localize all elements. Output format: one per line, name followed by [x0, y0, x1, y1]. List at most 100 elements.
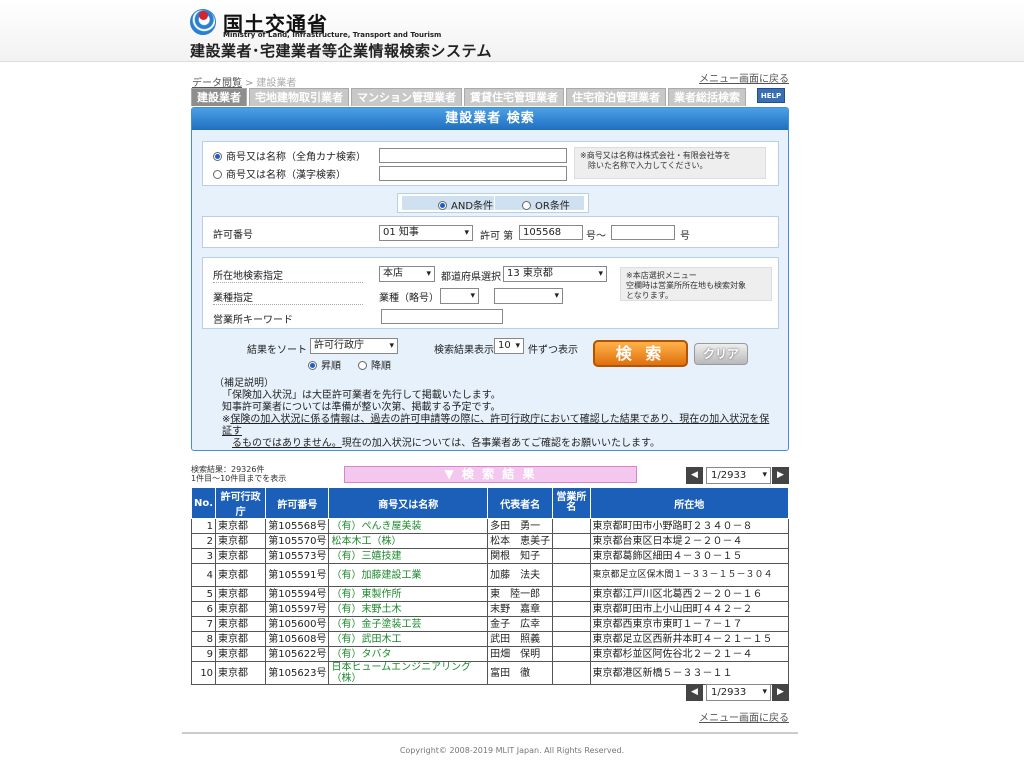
cell-office — [552, 548, 591, 564]
per-page-select[interactable]: 10 — [494, 338, 524, 354]
col-address: 所在地 — [589, 487, 790, 519]
back-to-menu-link-bottom[interactable]: メニュー画面に戻る — [699, 709, 789, 724]
name-note-line2: 除いた名称で入力してください。 — [580, 161, 708, 170]
page-select-top[interactable]: 1/2933 — [706, 467, 771, 484]
search-panel-title: 建設業者 検索 — [192, 108, 788, 130]
permit-to-text: 号～ — [586, 231, 606, 242]
company-link[interactable]: （有）武田木工 — [328, 631, 489, 647]
col-office: 営業所名 — [552, 487, 591, 519]
location-note-line1: ※本店選択メニュー — [626, 271, 697, 280]
cell-representative: 金子 広幸 — [487, 616, 554, 632]
permit-from-input[interactable]: 105568 — [519, 225, 583, 240]
cell-permit-number: 第105600号 — [265, 616, 330, 632]
prefecture-select[interactable]: 13 東京都 — [503, 266, 607, 282]
divider-1 — [213, 282, 363, 283]
cell-address: 東京都町田市上小山田町４４２－２ — [589, 601, 790, 617]
tab-rental-housing[interactable]: 賃貸住宅管理業者 — [464, 88, 564, 106]
next-page-icon[interactable]: ▶ — [772, 684, 789, 701]
col-no: No. — [190, 487, 217, 519]
search-button[interactable]: 検 索 — [593, 340, 688, 367]
cell-permit-number: 第105573号 — [265, 548, 330, 564]
prev-page-icon[interactable]: ◀ — [686, 684, 703, 701]
cell-office — [552, 616, 591, 632]
radio-kana[interactable] — [213, 152, 222, 161]
help-button[interactable]: HELP — [757, 88, 785, 103]
tab-lodging[interactable]: 住宅宿泊管理業者 — [566, 88, 666, 106]
cell-representative: 加藤 法夫 — [487, 563, 554, 587]
cell-authority: 東京都 — [215, 586, 267, 602]
radio-and[interactable] — [438, 201, 447, 210]
name-kanji-input[interactable] — [379, 166, 567, 181]
industry-select-2[interactable] — [494, 288, 563, 304]
permit-box: 許可番号 01 知事 許可 第 105568 号～ 号 — [202, 216, 779, 248]
cell-representative: 武田 照義 — [487, 631, 554, 647]
and-option[interactable]: AND条件 — [438, 197, 493, 212]
location-note-line2: 空欄時は営業所所在地も検索対象 — [626, 281, 746, 290]
cell-permit-number: 第105568号 — [265, 518, 330, 534]
name-kana-label: 商号又は名称（全角カナ検索） — [226, 152, 366, 163]
cell-address: 東京都西東京市東町１－７－１７ — [589, 616, 790, 632]
supplementary-notes: （補足説明） 「保険加入状況」は大臣許可業者を先行して掲載いたします。 知事許可… — [214, 378, 774, 450]
sort-desc-option[interactable]: 降順 — [358, 357, 391, 372]
or-option[interactable]: OR条件 — [522, 197, 570, 212]
name-kana-input[interactable] — [379, 148, 567, 163]
company-link[interactable]: （有）ぺんき屋美装 — [328, 518, 489, 534]
tab-real-estate[interactable]: 宅地建物取引業者 — [249, 88, 349, 106]
system-title: 建設業者･宅建業者等企業情報検索システム — [190, 42, 493, 60]
radio-kanji[interactable] — [213, 170, 222, 179]
cell-office — [552, 563, 591, 587]
tab-general-search[interactable]: 業者総括検索 — [668, 88, 746, 106]
supp-line4-underlined: るものではありません。 — [232, 438, 342, 449]
or-label: OR条件 — [535, 201, 570, 212]
category-tabs: 建設業者 宅地建物取引業者 マンション管理業者 賃貸住宅管理業者 住宅宿泊管理業… — [191, 88, 746, 106]
keyword-input[interactable] — [381, 309, 503, 324]
name-note: ※商号又は名称は株式会社・有限会社等を 除いた名称で入力してください。 — [574, 147, 766, 179]
prev-page-icon[interactable]: ◀ — [686, 467, 703, 484]
sort-select[interactable]: 許可行政庁 — [310, 338, 398, 354]
col-representative: 代表者名 — [487, 487, 554, 519]
search-panel: 建設業者 検索 商号又は名称（全角カナ検索） 商号又は名称（漢字検索） ※商号又… — [191, 107, 789, 451]
cell-address: 東京都台東区日本堤２－２０－４ — [589, 533, 790, 549]
permit-to-input[interactable] — [611, 225, 675, 240]
sort-asc-option[interactable]: 昇順 — [308, 357, 341, 372]
permit-type-select[interactable]: 01 知事 — [379, 225, 473, 241]
toggle-divider — [494, 196, 495, 210]
permit-text: 許可 第 — [480, 231, 514, 242]
location-type-select[interactable]: 本店 — [379, 266, 435, 282]
cell-address: 東京都葛飾区細田４－３０－１５ — [589, 548, 790, 564]
next-page-icon[interactable]: ▶ — [772, 467, 789, 484]
cell-permit-number: 第105608号 — [265, 631, 330, 647]
back-to-menu-link-top[interactable]: メニュー画面に戻る — [699, 70, 789, 85]
cell-no: 6 — [190, 601, 217, 617]
company-link[interactable]: （有）三嬉技建 — [328, 548, 489, 564]
company-link[interactable]: （有）金子塗装工芸 — [328, 616, 489, 632]
clear-button[interactable]: クリア — [694, 343, 748, 365]
company-link[interactable]: 松本木工（株） — [328, 533, 489, 549]
cell-no: 1 — [190, 518, 217, 534]
cell-no: 3 — [190, 548, 217, 564]
name-kanji-option[interactable]: 商号又は名称（漢字検索） — [213, 166, 346, 181]
tab-condominium[interactable]: マンション管理業者 — [351, 88, 462, 106]
company-link[interactable]: （有）東製作所 — [328, 586, 489, 602]
radio-desc[interactable] — [358, 361, 367, 370]
divider-2 — [213, 304, 363, 305]
cell-authority: 東京都 — [215, 518, 267, 534]
cell-address: 東京都町田市小野路町２３４０－８ — [589, 518, 790, 534]
results-range: 1件目～10件目までを表示 — [191, 474, 287, 483]
keyword-label: 営業所キーワード — [213, 315, 293, 326]
mlit-logo-icon — [190, 9, 216, 35]
col-name: 商号又は名称 — [328, 487, 489, 519]
radio-or[interactable] — [522, 201, 531, 210]
name-kana-option[interactable]: 商号又は名称（全角カナ検索） — [213, 148, 366, 163]
tab-construction[interactable]: 建設業者 — [191, 88, 247, 106]
company-link[interactable]: （有）タバタ — [328, 646, 489, 662]
radio-asc[interactable] — [308, 361, 317, 370]
page-select-bottom[interactable]: 1/2933 — [706, 684, 771, 701]
company-link[interactable]: 日本ヒュームエンジニアリング（株） — [328, 661, 489, 685]
cell-permit-number: 第105591号 — [265, 563, 330, 587]
company-link[interactable]: （有）末野土木 — [328, 601, 489, 617]
company-link[interactable]: （有）加藤建設工業 — [328, 563, 489, 587]
industry-select-1[interactable] — [440, 288, 479, 304]
name-kanji-label: 商号又は名称（漢字検索） — [226, 170, 346, 181]
col-permit-number: 許可番号 — [265, 487, 330, 519]
